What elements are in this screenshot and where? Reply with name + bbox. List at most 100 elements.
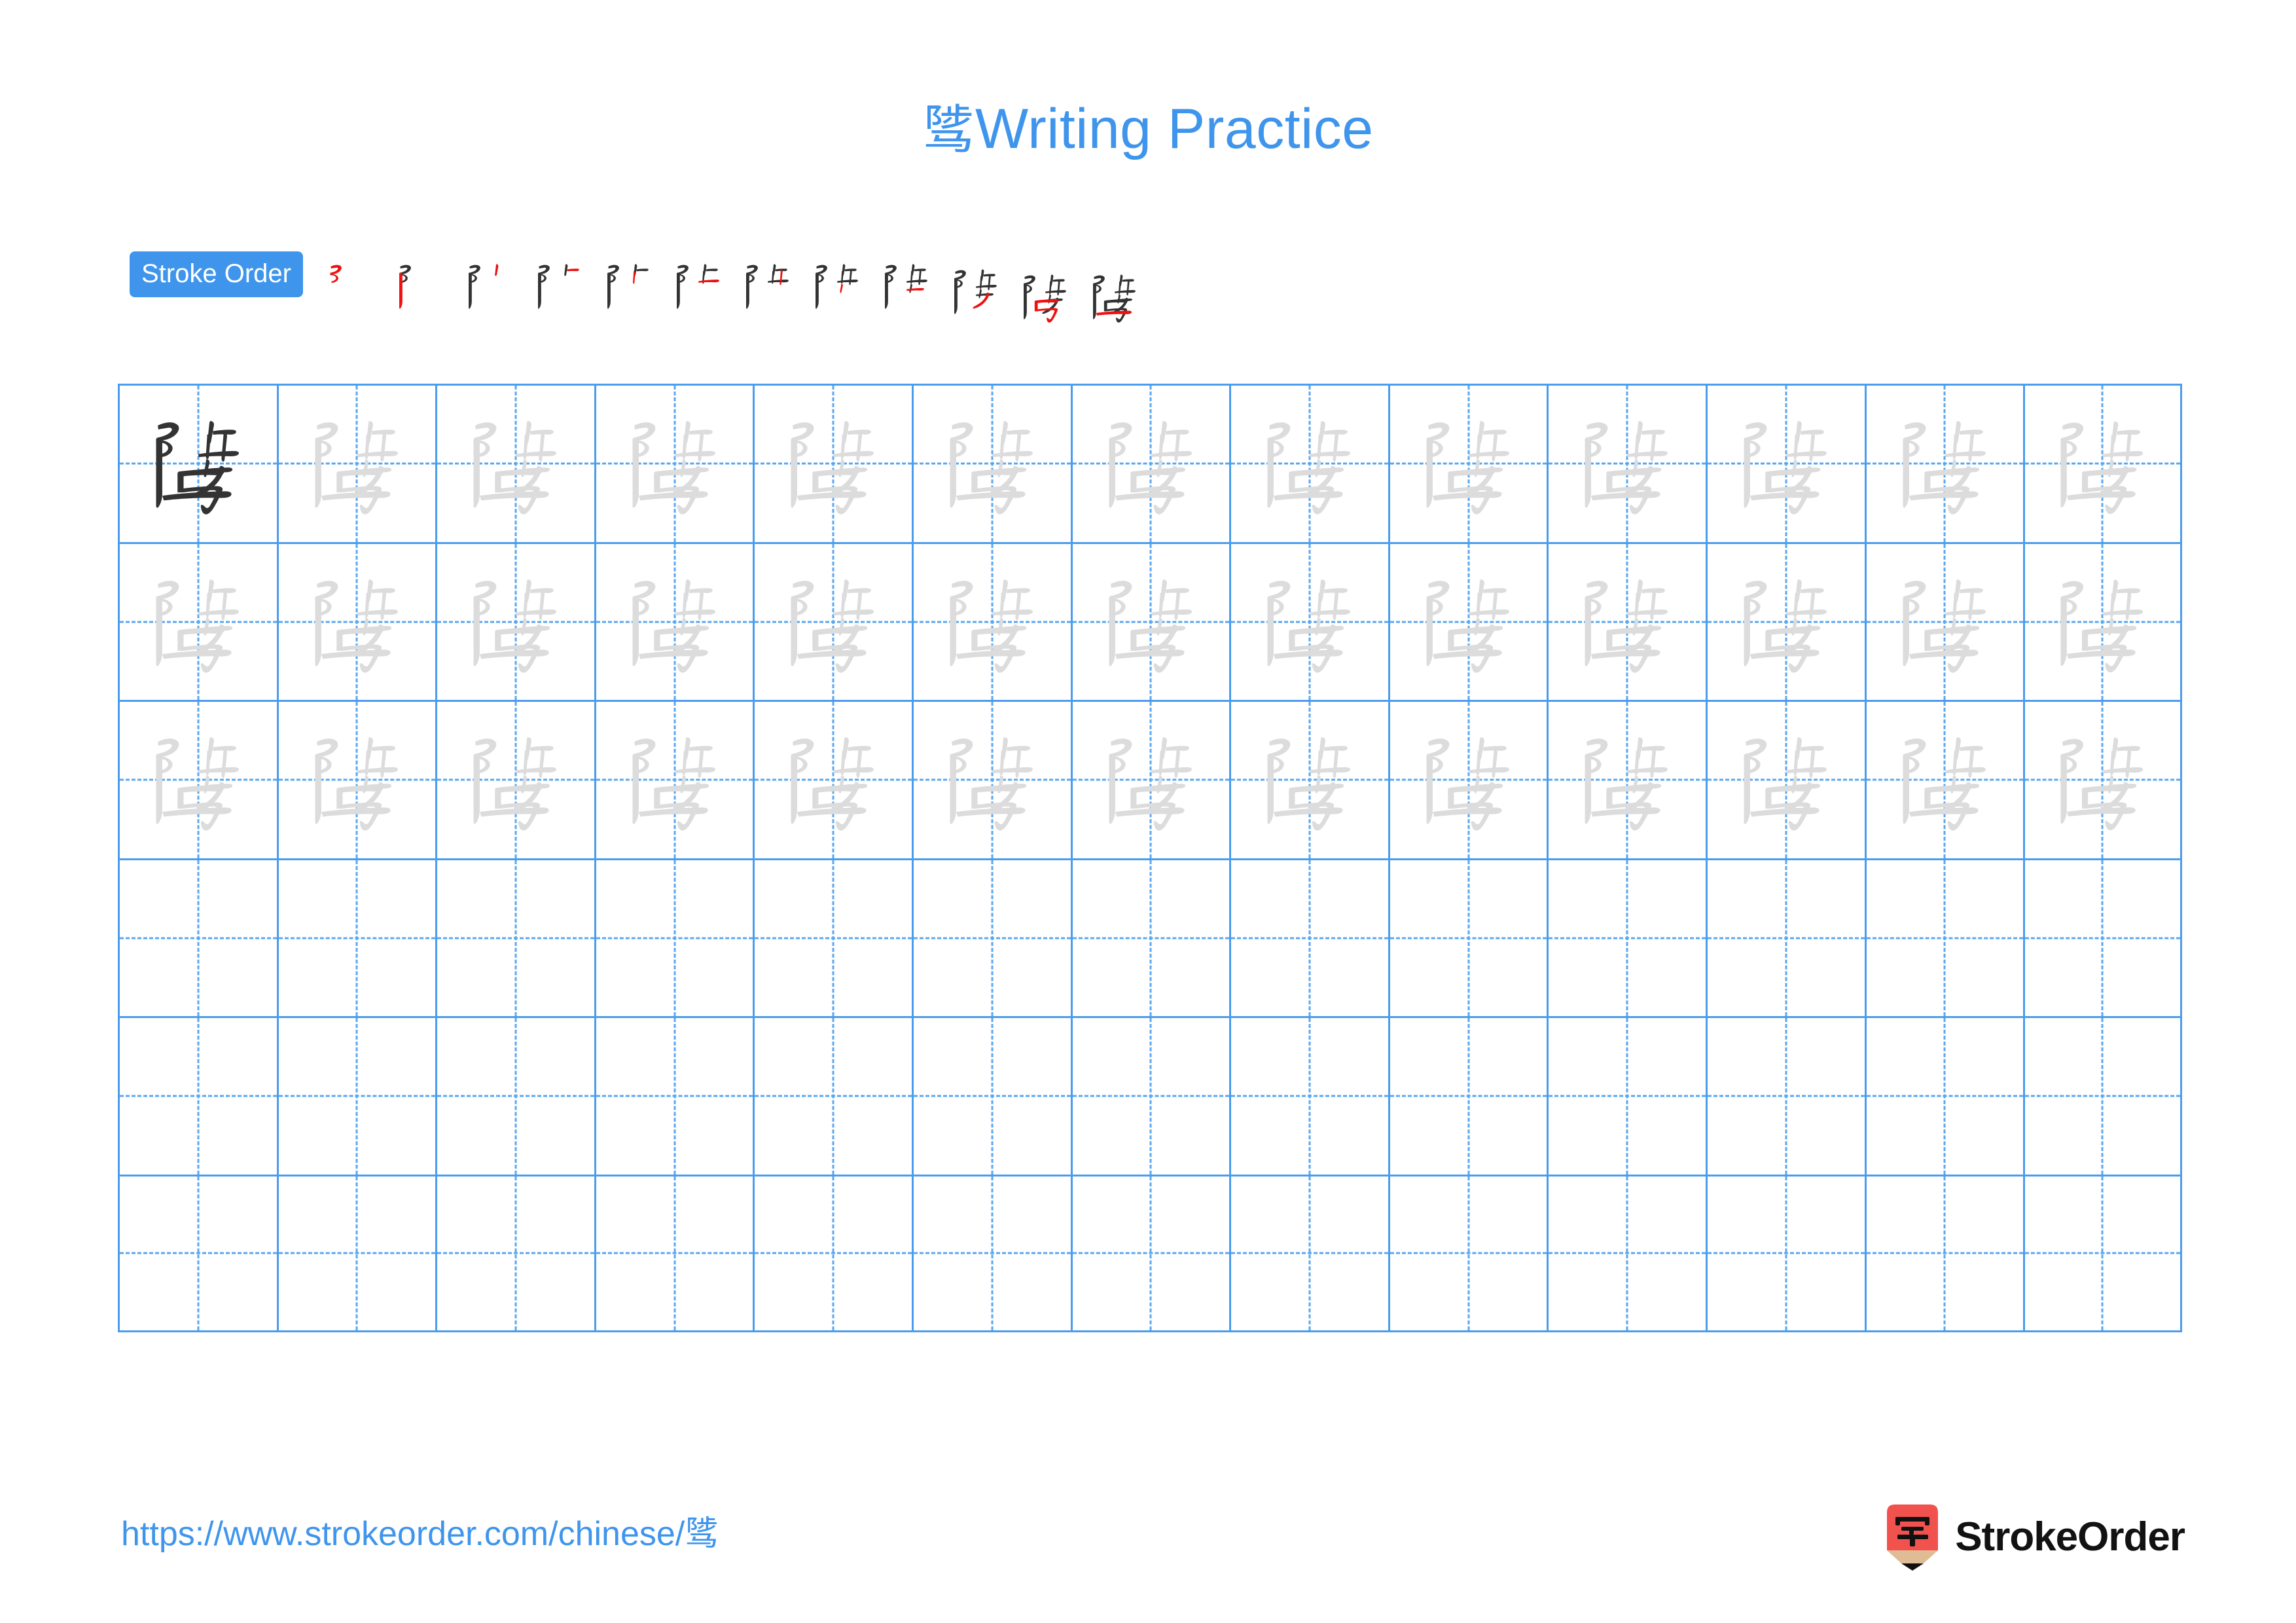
practice-cell[interactable]	[1705, 541, 1865, 700]
practice-cell[interactable]	[1070, 384, 1230, 542]
practice-cell[interactable]	[276, 1174, 436, 1332]
practice-cell[interactable]	[753, 700, 912, 858]
practice-cell[interactable]	[911, 858, 1071, 1016]
practice-cell[interactable]	[2023, 384, 2182, 542]
practice-cell[interactable]	[911, 384, 1071, 542]
stroke-2	[399, 272, 403, 309]
practice-cell[interactable]	[1705, 384, 1865, 542]
stroke-12	[2066, 807, 2136, 817]
practice-cell[interactable]	[1705, 700, 1865, 858]
practice-cell[interactable]	[1388, 1016, 1547, 1175]
practice-cell[interactable]	[594, 1016, 753, 1175]
practice-cell[interactable]	[1229, 1174, 1388, 1332]
practice-cell[interactable]	[276, 700, 436, 858]
practice-cell[interactable]	[118, 1016, 277, 1175]
practice-cell[interactable]	[1388, 858, 1547, 1016]
stroke-12	[2066, 649, 2136, 659]
practice-cell[interactable]	[276, 858, 436, 1016]
practice-cell[interactable]	[1547, 541, 1706, 700]
practice-cell[interactable]	[1229, 858, 1388, 1016]
stroke-6	[1151, 609, 1192, 615]
practice-cell[interactable]	[118, 1174, 277, 1332]
cell-guide-horizontal	[1390, 1252, 1547, 1254]
practice-cell[interactable]	[594, 700, 753, 858]
practice-cell[interactable]	[435, 384, 594, 542]
practice-cell[interactable]	[753, 1016, 912, 1175]
practice-cell[interactable]	[1388, 1174, 1547, 1332]
practice-cell[interactable]	[118, 541, 277, 700]
practice-cell[interactable]	[435, 541, 594, 701]
stroke-6	[1309, 609, 1351, 615]
practice-cell[interactable]	[1229, 541, 1388, 701]
practice-cell[interactable]	[594, 858, 753, 1016]
practice-cell[interactable]	[594, 1174, 753, 1332]
practice-cell[interactable]	[753, 858, 912, 1016]
stroke-7	[1057, 280, 1060, 296]
practice-cell[interactable]	[911, 541, 1071, 700]
practice-cell[interactable]	[1864, 1016, 2024, 1175]
practice-cell[interactable]	[2023, 1016, 2182, 1175]
practice-cell[interactable]	[276, 384, 436, 542]
practice-cell[interactable]	[1070, 541, 1230, 700]
practice-cell[interactable]	[118, 858, 277, 1016]
practice-cell[interactable]	[1864, 700, 2024, 858]
practice-cell[interactable]	[1547, 384, 1706, 542]
practice-cell[interactable]	[1864, 1174, 2024, 1332]
practice-cell[interactable]	[1388, 700, 1547, 858]
practice-cell[interactable]	[753, 384, 912, 542]
trace-character	[1549, 702, 1706, 858]
practice-cell[interactable]	[435, 1016, 594, 1175]
practice-cell[interactable]	[1705, 1016, 1865, 1175]
practice-cell[interactable]	[1705, 858, 1865, 1016]
practice-cell[interactable]	[911, 1174, 1071, 1332]
stroke-2	[2060, 754, 2067, 824]
stroke-12	[638, 807, 708, 817]
practice-cell[interactable]	[2023, 541, 2182, 700]
practice-cell[interactable]	[1388, 384, 1547, 542]
practice-cell[interactable]	[1547, 858, 1706, 1016]
practice-cell[interactable]	[118, 700, 277, 858]
practice-cell[interactable]	[1229, 384, 1388, 542]
practice-cell[interactable]	[1070, 700, 1230, 858]
practice-cell[interactable]	[1070, 858, 1230, 1016]
practice-cell[interactable]	[1864, 541, 2024, 700]
stroke-12	[162, 491, 232, 501]
practice-cell[interactable]	[1547, 700, 1706, 858]
practice-cell[interactable]	[1864, 384, 2024, 542]
trace-character	[1231, 544, 1388, 701]
trace-character	[1231, 386, 1388, 542]
practice-cell[interactable]	[1547, 1016, 1706, 1175]
practice-cell[interactable]	[753, 1174, 912, 1332]
practice-cell[interactable]	[1070, 1016, 1230, 1175]
trace-character	[437, 544, 594, 701]
stroke-2	[950, 437, 956, 508]
stroke-step-9	[878, 250, 935, 322]
practice-cell[interactable]	[1388, 541, 1547, 700]
practice-cell[interactable]	[435, 700, 594, 858]
practice-cell[interactable]	[594, 384, 753, 542]
practice-cell[interactable]	[435, 1174, 594, 1332]
practice-cell[interactable]	[1864, 858, 2024, 1016]
practice-cell[interactable]	[276, 1016, 436, 1175]
practice-cell[interactable]	[276, 541, 436, 700]
practice-cell[interactable]	[2023, 700, 2182, 858]
stroke-6	[1151, 450, 1192, 458]
practice-cell[interactable]	[435, 858, 594, 1016]
practice-cell[interactable]	[594, 541, 753, 700]
practice-cell[interactable]	[1070, 1174, 1230, 1332]
practice-cell[interactable]	[1229, 700, 1388, 858]
practice-cell[interactable]	[1705, 1174, 1865, 1332]
practice-cell[interactable]	[2023, 1174, 2182, 1332]
practice-cell[interactable]	[1229, 1016, 1388, 1175]
stroke-7	[1015, 432, 1021, 462]
practice-cell[interactable]	[911, 700, 1071, 858]
practice-cell[interactable]	[1547, 1174, 1706, 1332]
practice-cell[interactable]	[2023, 858, 2182, 1016]
practice-cell[interactable]	[753, 541, 912, 700]
cell-guide-horizontal	[2025, 1095, 2180, 1097]
source-url[interactable]: https://www.strokeorder.com/chinese/骘	[121, 1515, 719, 1553]
stroke-7	[1492, 590, 1498, 620]
brand-mark[interactable]: StrokeOrder	[1884, 1503, 2185, 1571]
practice-cell[interactable]	[118, 384, 277, 542]
practice-cell[interactable]	[911, 1016, 1071, 1175]
